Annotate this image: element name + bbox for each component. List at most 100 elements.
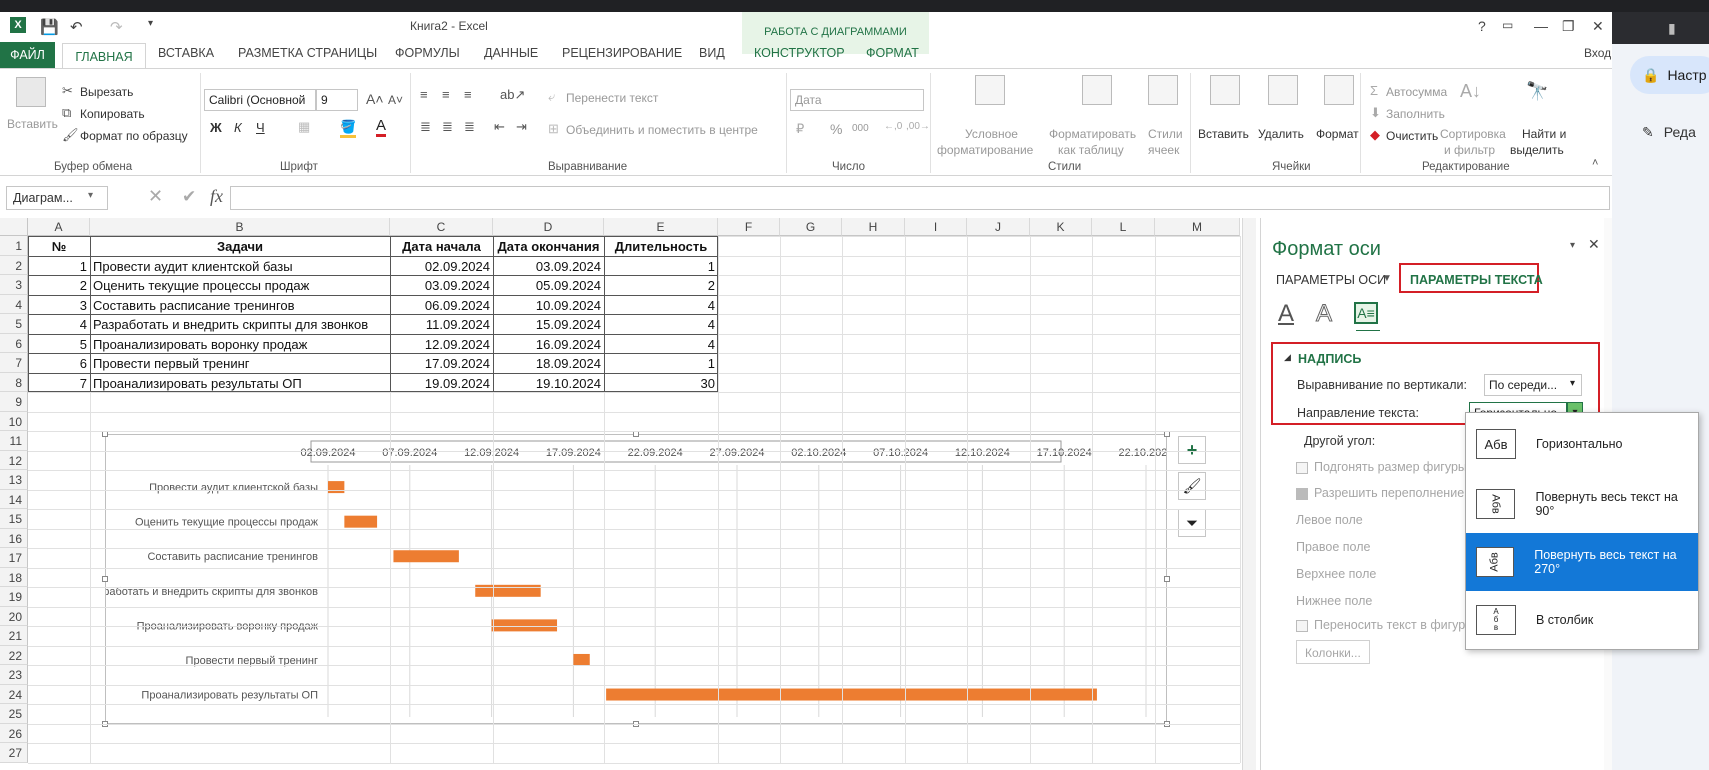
row-header[interactable]: 17 xyxy=(0,548,28,568)
chart-resize-handle[interactable] xyxy=(1164,576,1170,582)
collapse-ribbon-icon[interactable]: ˄ xyxy=(1592,157,1598,169)
checkbox[interactable] xyxy=(1296,619,1308,632)
table-header-cell[interactable]: Задачи xyxy=(90,236,390,256)
x-tick-label[interactable]: 02.09.2024 xyxy=(300,447,355,459)
table-cell[interactable]: Провести аудит клиентской базы xyxy=(90,256,390,276)
option-rotate-90[interactable]: Абв Повернуть весь текст на 90° xyxy=(1466,475,1698,533)
table-cell[interactable]: 16.09.2024 xyxy=(493,334,604,354)
table-header-cell[interactable]: Дата окончания xyxy=(493,236,604,256)
table-cell[interactable]: Провести первый тренинг xyxy=(90,353,390,373)
column-header[interactable]: G xyxy=(780,218,842,236)
table-cell[interactable]: Разработать и внедрить скрипты для звонк… xyxy=(90,314,390,334)
sort-filter-button-2[interactable]: и фильтр xyxy=(1444,143,1495,157)
sort-filter-button[interactable]: Сортировка xyxy=(1440,127,1506,141)
clear-button[interactable]: Очистить xyxy=(1386,129,1438,143)
italic-button[interactable]: К xyxy=(234,120,242,135)
row-header[interactable]: 24 xyxy=(0,684,28,704)
chart-styles-brush-icon[interactable]: 🖌 xyxy=(1178,472,1206,500)
x-tick-label[interactable]: 17.09.2024 xyxy=(546,447,601,459)
tab-design[interactable]: КОНСТРУКТОР xyxy=(754,46,845,60)
table-cell[interactable]: 03.09.2024 xyxy=(390,275,493,295)
align-bottom-icon[interactable]: ≡ xyxy=(464,87,472,102)
font-name-box[interactable]: Calibri (Основной xyxy=(204,89,316,111)
align-center-icon[interactable]: ≣ xyxy=(442,119,453,135)
table-header-cell[interactable]: Дата начала xyxy=(390,236,493,256)
wrap-text-checkbox[interactable]: Переносить текст в фигуре xyxy=(1296,618,1472,632)
paste-label[interactable]: Вставить xyxy=(7,117,58,131)
allow-overflow-checkbox[interactable]: Разрешить переполнение ф xyxy=(1296,486,1478,500)
gantt-bar[interactable] xyxy=(606,688,1097,701)
copy-icon[interactable]: ⧉ xyxy=(62,105,71,121)
x-tick-label[interactable]: 02.10.2024 xyxy=(791,447,846,459)
tab-format[interactable]: ФОРМАТ xyxy=(866,46,919,60)
column-header[interactable]: L xyxy=(1092,218,1155,236)
conditional-format-icon[interactable] xyxy=(975,75,1005,105)
x-tick-label[interactable]: 12.10.2024 xyxy=(955,447,1010,459)
row-header[interactable]: 8 xyxy=(0,372,28,392)
text-fill-icon[interactable]: A xyxy=(1278,300,1294,328)
row-header[interactable]: 16 xyxy=(0,528,28,548)
gantt-bar[interactable] xyxy=(393,550,459,563)
row-header[interactable]: 25 xyxy=(0,704,28,724)
borders-icon[interactable]: ▦ xyxy=(298,119,310,135)
edit-link[interactable]: ✎ Реда xyxy=(1642,124,1696,141)
table-cell[interactable]: 2 xyxy=(28,275,90,295)
tab-formulas[interactable]: ФОРМУЛЫ xyxy=(395,46,460,60)
table-cell[interactable]: 1 xyxy=(604,256,718,276)
paste-icon[interactable] xyxy=(16,77,46,107)
row-header[interactable]: 26 xyxy=(0,723,28,743)
decrease-indent-icon[interactable]: ⇤ xyxy=(494,119,505,135)
find-select-button[interactable]: Найти и xyxy=(1522,127,1566,141)
row-header[interactable]: 4 xyxy=(0,294,28,314)
row-header[interactable]: 10 xyxy=(0,411,28,431)
comma-button[interactable]: 000 xyxy=(852,123,869,134)
table-cell[interactable]: 15.09.2024 xyxy=(493,314,604,334)
row-header[interactable]: 21 xyxy=(0,626,28,646)
table-cell[interactable]: 06.09.2024 xyxy=(390,295,493,315)
table-header-cell[interactable]: № xyxy=(28,236,90,256)
customize-qat-icon[interactable]: ▾ xyxy=(148,18,153,29)
table-cell[interactable]: 1 xyxy=(604,353,718,373)
tab-page-layout[interactable]: РАЗМЕТКА СТРАНИЦЫ xyxy=(238,46,377,60)
table-cell[interactable]: 02.09.2024 xyxy=(390,256,493,276)
merge-center-button[interactable]: Объединить и поместить в центре xyxy=(566,123,758,137)
text-effects-icon[interactable]: A xyxy=(1315,300,1332,328)
row-header[interactable]: 7 xyxy=(0,353,28,373)
checkbox[interactable] xyxy=(1296,487,1308,500)
wrap-text-button[interactable]: Перенести текст xyxy=(566,91,658,105)
row-header[interactable]: 27 xyxy=(0,743,28,763)
columns-button[interactable]: Колонки... xyxy=(1296,640,1370,664)
checkbox[interactable] xyxy=(1296,461,1308,474)
fill-button[interactable]: Заполнить xyxy=(1386,107,1445,121)
chart-resize-handle[interactable] xyxy=(102,576,108,582)
table-cell[interactable]: Составить расписание тренингов xyxy=(90,295,390,315)
row-header[interactable]: 6 xyxy=(0,333,28,353)
name-box-dropdown-icon[interactable]: ▾ xyxy=(88,190,93,201)
settings-button[interactable]: 🔒 Настр xyxy=(1630,56,1709,94)
find-select-button-2[interactable]: выделить xyxy=(1510,143,1564,157)
font-color-icon[interactable]: A xyxy=(376,117,387,137)
currency-icon[interactable]: ₽ xyxy=(796,121,804,137)
conditional-format-label[interactable]: Условное xyxy=(965,127,1018,141)
increase-decimal-icon[interactable]: ←,0 xyxy=(884,121,902,132)
table-cell[interactable]: 11.09.2024 xyxy=(390,314,493,334)
align-left-icon[interactable]: ≣ xyxy=(420,119,431,135)
select-all-corner[interactable] xyxy=(0,218,28,236)
format-cells-button[interactable]: Формат xyxy=(1316,127,1359,141)
format-painter-icon[interactable]: 🖌 xyxy=(62,127,79,143)
insert-cells-icon[interactable] xyxy=(1210,75,1240,105)
font-size-box[interactable]: 9 xyxy=(316,89,358,111)
bold-button[interactable]: Ж xyxy=(210,120,222,135)
textbox-icon[interactable]: A≡ xyxy=(1354,302,1378,324)
section-label-title[interactable]: НАДПИСЬ xyxy=(1298,352,1361,366)
table-cell[interactable]: 4 xyxy=(604,334,718,354)
table-header-cell[interactable]: Длительность xyxy=(604,236,718,256)
align-right-icon[interactable]: ≣ xyxy=(464,119,475,135)
row-header[interactable]: 13 xyxy=(0,470,28,490)
table-cell[interactable]: 6 xyxy=(28,353,90,373)
minimize-button[interactable]: — xyxy=(1534,18,1548,34)
row-header[interactable]: 19 xyxy=(0,587,28,607)
merge-icon[interactable]: ⊞ xyxy=(548,121,559,137)
enter-formula-icon[interactable]: ✔ xyxy=(182,187,196,207)
gantt-chart[interactable]: 02.09.2024 07.09.2024 12.09.2024 17.09.2024… xyxy=(85,434,1174,724)
